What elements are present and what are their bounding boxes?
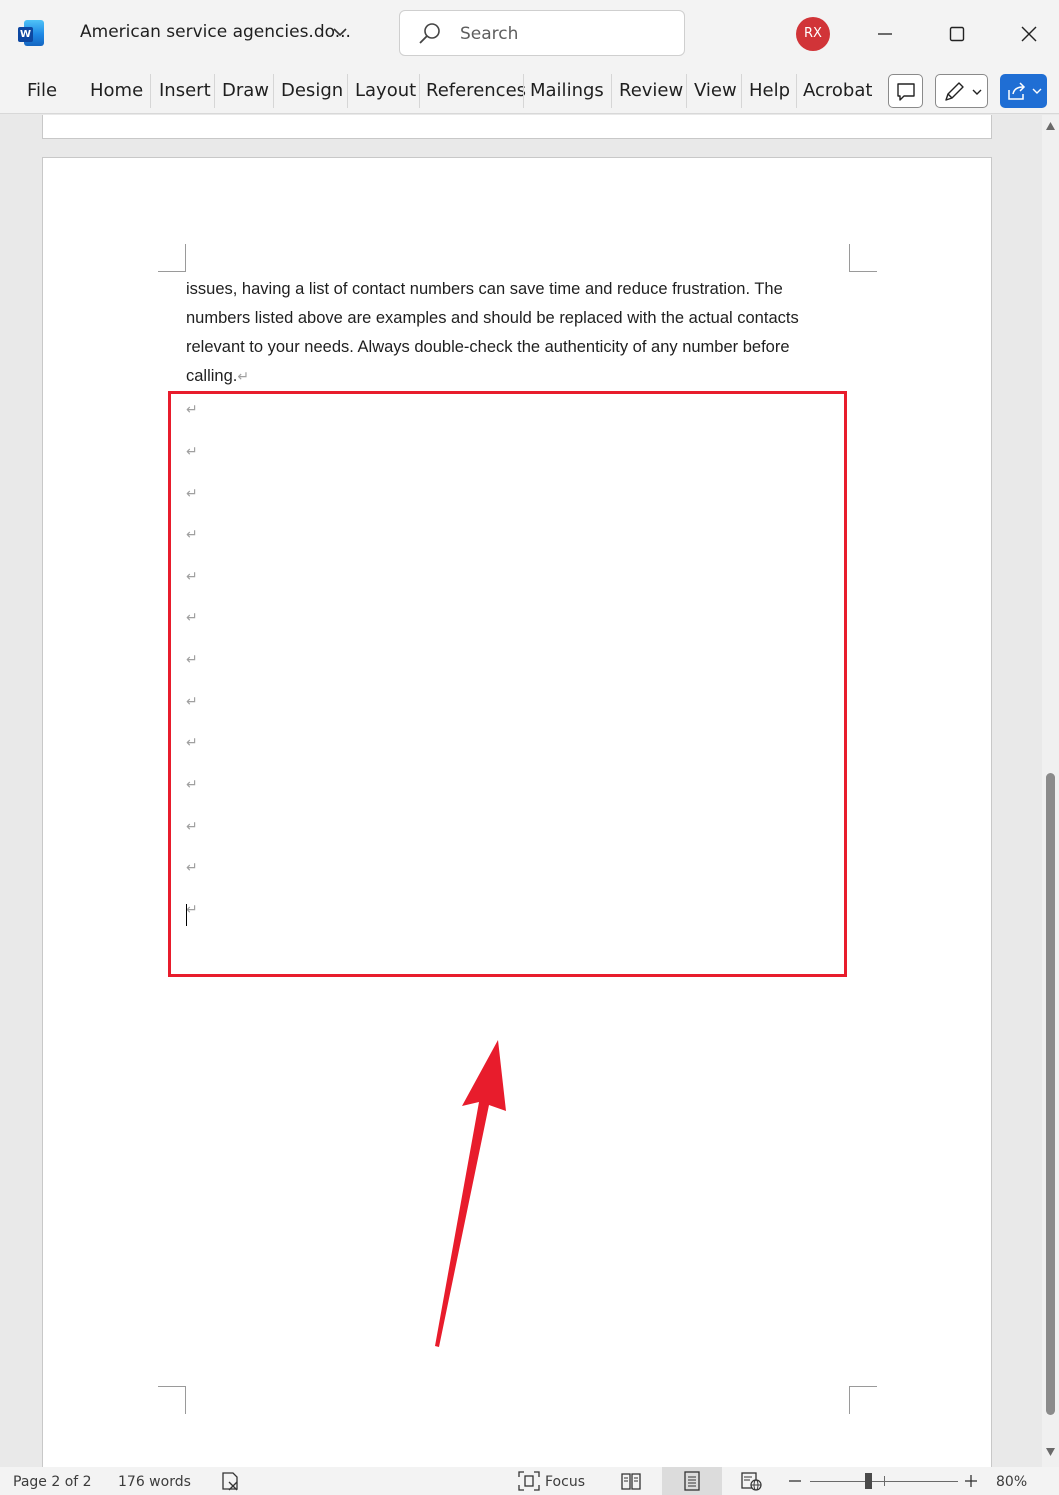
print-layout-icon[interactable] <box>681 1471 703 1491</box>
tab-mailings[interactable]: Mailings <box>530 80 604 101</box>
tab-help[interactable]: Help <box>749 80 790 101</box>
tab-insert[interactable]: Insert <box>159 80 211 101</box>
zoom-slider-center-tick <box>884 1476 885 1486</box>
paragraph-line: issues, having a list of contact numbers… <box>186 280 783 298</box>
annotation-highlight-box <box>168 391 847 977</box>
tab-file[interactable]: File <box>27 80 57 101</box>
proofing-icon[interactable] <box>220 1471 242 1491</box>
scroll-up-arrow-icon[interactable] <box>1045 121 1056 131</box>
tab-separator <box>214 74 215 108</box>
document-title[interactable]: American service agencies.do... <box>80 22 351 42</box>
zoom-out-icon[interactable] <box>787 1471 803 1491</box>
tab-references[interactable]: References <box>426 80 526 101</box>
tab-layout[interactable]: Layout <box>355 80 416 101</box>
tab-separator <box>419 74 420 108</box>
tab-separator <box>347 74 348 108</box>
tab-draw[interactable]: Draw <box>222 80 269 101</box>
word-count[interactable]: 176 words <box>118 1474 191 1490</box>
word-app-icon: W <box>18 20 44 46</box>
paragraph-line: calling. <box>186 367 238 385</box>
tab-view[interactable]: View <box>694 80 737 101</box>
paragraph-line: numbers listed above are examples and sh… <box>186 309 799 327</box>
chevron-down-icon[interactable] <box>332 24 348 40</box>
tab-separator <box>523 74 524 108</box>
vertical-scrollbar[interactable] <box>1042 115 1059 1467</box>
comment-icon <box>897 83 915 101</box>
tab-review[interactable]: Review <box>619 80 683 101</box>
editing-mode-button[interactable] <box>935 74 988 108</box>
focus-icon[interactable] <box>518 1471 540 1491</box>
zoom-in-icon[interactable] <box>963 1471 979 1491</box>
crop-mark-bottom-left <box>158 1386 186 1414</box>
annotation-arrow-icon <box>435 1040 506 1347</box>
tab-separator <box>150 74 151 108</box>
tab-separator <box>796 74 797 108</box>
pen-icon <box>945 82 964 101</box>
search-box[interactable]: Search <box>399 10 685 56</box>
tab-separator <box>741 74 742 108</box>
zoom-level[interactable]: 80% <box>996 1474 1027 1490</box>
body-paragraph[interactable]: issues, having a list of contact numbers… <box>186 275 826 391</box>
search-icon <box>419 23 440 44</box>
chevron-down-icon <box>972 89 982 95</box>
scrollbar-thumb[interactable] <box>1046 773 1055 1415</box>
scroll-down-arrow-icon[interactable] <box>1045 1447 1056 1457</box>
crop-mark-top-left <box>158 244 186 272</box>
zoom-slider-thumb[interactable] <box>865 1473 872 1489</box>
read-mode-icon[interactable] <box>620 1471 642 1491</box>
focus-label[interactable]: Focus <box>545 1474 585 1490</box>
tab-separator <box>611 74 612 108</box>
tab-home[interactable]: Home <box>90 80 143 101</box>
status-bar: Page 2 of 2 176 words Focus 80% <box>0 1467 1059 1495</box>
previous-page-bottom <box>42 115 992 139</box>
document-canvas[interactable]: issues, having a list of contact numbers… <box>0 115 1042 1467</box>
share-icon <box>1008 82 1026 100</box>
user-avatar[interactable]: RX <box>796 17 830 51</box>
maximize-icon[interactable] <box>943 20 971 48</box>
web-layout-icon[interactable] <box>740 1471 762 1491</box>
tab-acrobat[interactable]: Acrobat <box>803 80 872 101</box>
close-icon[interactable] <box>1015 20 1043 48</box>
tab-separator <box>686 74 687 108</box>
document-page[interactable]: issues, having a list of contact numbers… <box>42 157 992 1467</box>
title-bar: W American service agencies.do... Search… <box>0 0 1059 68</box>
crop-mark-top-right <box>849 244 877 272</box>
comments-button[interactable] <box>888 74 923 108</box>
paragraph-line: relevant to your needs. Always double-ch… <box>186 338 790 356</box>
search-placeholder: Search <box>460 24 519 44</box>
share-button[interactable] <box>1000 74 1047 108</box>
minimize-icon[interactable] <box>871 20 899 48</box>
page-count[interactable]: Page 2 of 2 <box>13 1474 92 1490</box>
tab-design[interactable]: Design <box>281 80 343 101</box>
chevron-down-icon <box>1032 88 1042 94</box>
tab-separator <box>273 74 274 108</box>
crop-mark-bottom-right <box>849 1386 877 1414</box>
paragraph-mark: ↵ <box>237 368 250 384</box>
